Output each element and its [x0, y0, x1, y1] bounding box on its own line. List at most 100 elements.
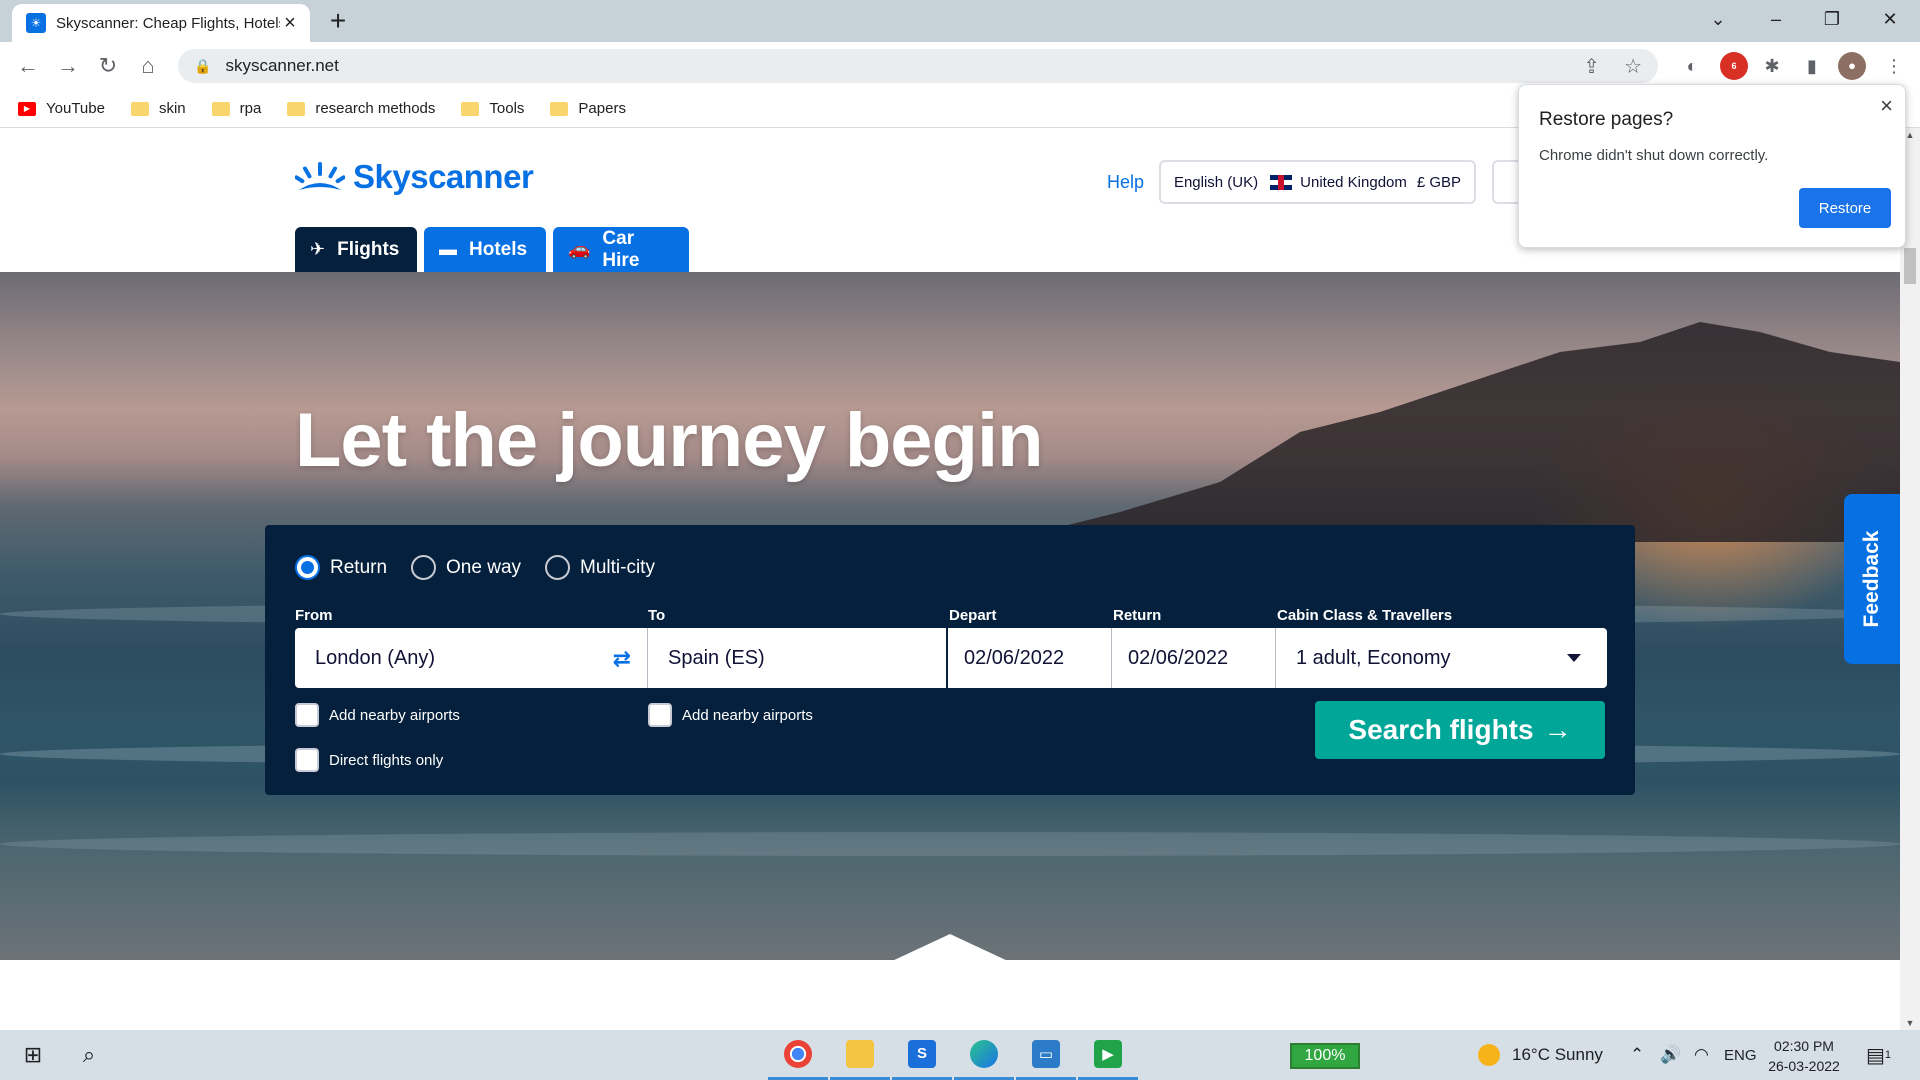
tab-label: Flights: [337, 238, 400, 260]
bookmark-papers[interactable]: Papers: [550, 100, 626, 117]
taskbar-chrome[interactable]: [768, 1030, 828, 1080]
search-flights-button[interactable]: Search flights →: [1315, 701, 1605, 759]
tab-hotels[interactable]: ▬ Hotels: [424, 227, 546, 272]
checkbox-label: Direct flights only: [329, 751, 444, 769]
taskbar-media-app[interactable]: ▶: [1078, 1030, 1138, 1080]
bookmark-skin[interactable]: skin: [130, 100, 186, 117]
taskbar-skype-app[interactable]: S: [892, 1030, 952, 1080]
chevron-down-icon: [1567, 654, 1581, 662]
radio-label: Multi-city: [580, 556, 655, 578]
close-icon[interactable]: ×: [1880, 93, 1893, 119]
skyscanner-logo[interactable]: Skyscanner: [295, 158, 534, 196]
back-icon[interactable]: ←: [12, 50, 44, 82]
restore-button[interactable]: Restore: [1799, 188, 1891, 228]
checkbox-label: Add nearby airports: [682, 706, 813, 724]
folder-icon: [550, 101, 569, 116]
cabin-travellers-select[interactable]: 1 adult, Economy: [1276, 628, 1607, 688]
side-panel-icon[interactable]: ▮: [1798, 52, 1826, 80]
bookmark-label: research methods: [315, 100, 436, 117]
share-icon[interactable]: ⇪: [1583, 54, 1600, 79]
from-field[interactable]: London (Any) ⇄: [295, 628, 648, 688]
language-indicator[interactable]: ENG: [1724, 1030, 1757, 1080]
bookmark-research-methods[interactable]: research methods: [287, 100, 435, 117]
bookmark-tools[interactable]: Tools: [461, 100, 524, 117]
new-tab-button[interactable]: +: [322, 6, 354, 38]
tab-car-hire[interactable]: 🚗 Car Hire: [553, 227, 689, 272]
sun-icon: [1478, 1044, 1500, 1066]
trip-one-way-radio[interactable]: One way: [411, 555, 521, 580]
wifi-icon[interactable]: ◠: [1694, 1030, 1709, 1080]
feedback-tab[interactable]: Feedback: [1844, 494, 1900, 664]
profile-avatar[interactable]: ●: [1838, 52, 1866, 80]
taskbar-edge[interactable]: [954, 1030, 1014, 1080]
cabin-label: Cabin Class & Travellers: [1277, 607, 1453, 624]
windows-taskbar: ⊞ ⌕ S ▭ ▶ 100% 16°C Sunny ⌃ 🔊 ◠ ENG 02:3…: [0, 1030, 1920, 1080]
radio-circle: [411, 555, 437, 580]
nearby-from-checkbox[interactable]: Add nearby airports: [295, 703, 460, 727]
wave-decor: [0, 832, 1900, 856]
reload-icon[interactable]: ↻: [92, 50, 124, 82]
trip-return-radio[interactable]: Return: [295, 555, 387, 580]
search-button-label: Search flights: [1348, 714, 1534, 745]
depart-date-field[interactable]: 02/06/2022: [948, 628, 1112, 688]
tab-flights[interactable]: ✈ Flights: [295, 227, 417, 272]
return-value: 02/06/2022: [1128, 646, 1229, 669]
system-clock[interactable]: 02:30 PM 26-03-2022: [1762, 1036, 1846, 1076]
arrow-right-icon: →: [1543, 714, 1572, 745]
lock-icon[interactable]: 🔒: [194, 58, 211, 75]
adblock-icon[interactable]: 6: [1720, 52, 1748, 80]
checkbox-box: [295, 748, 319, 772]
extensions-puzzle-icon[interactable]: ✱: [1758, 52, 1786, 80]
url-text[interactable]: skyscanner.net: [225, 56, 1559, 76]
page-scrollbar[interactable]: ▲ ▼: [1900, 128, 1920, 1030]
to-label: To: [648, 607, 666, 624]
taskbar-remote-desktop[interactable]: ▭: [1016, 1030, 1076, 1080]
to-field[interactable]: Spain (ES): [648, 628, 948, 688]
close-window-button[interactable]: ✕: [1860, 0, 1920, 38]
taskbar-file-explorer[interactable]: [830, 1030, 890, 1080]
skyscanner-favicon-icon: ☀: [26, 13, 46, 33]
forward-icon[interactable]: →: [52, 50, 84, 82]
search-icon[interactable]: ⌕: [64, 1030, 114, 1080]
uk-flag-icon: [1270, 174, 1293, 190]
battery-indicator[interactable]: 100%: [1290, 1043, 1360, 1069]
checkbox-box: [295, 703, 319, 727]
edge-icon: [970, 1039, 998, 1068]
help-link[interactable]: Help: [1107, 172, 1144, 193]
tab-search-icon[interactable]: ⌄: [1688, 0, 1748, 38]
depart-value: 02/06/2022: [964, 646, 1065, 669]
scroll-down-icon[interactable]: ▼: [1900, 1018, 1920, 1028]
nearby-to-checkbox[interactable]: Add nearby airports: [648, 703, 813, 727]
bookmark-rpa[interactable]: rpa: [211, 100, 261, 117]
cabin-value: 1 adult, Economy: [1296, 646, 1451, 669]
bookmark-youtube[interactable]: ▶ YouTube: [18, 100, 105, 117]
checkbox-box: [648, 703, 672, 727]
extension-icon[interactable]: ◐: [1678, 52, 1706, 80]
home-icon[interactable]: ⌂: [132, 50, 164, 82]
scrollbar-thumb[interactable]: [1904, 248, 1916, 284]
minimize-button[interactable]: –: [1746, 0, 1806, 38]
menu-kebab-icon[interactable]: ⋮: [1880, 52, 1908, 80]
restore-window-button[interactable]: ❐: [1802, 0, 1862, 38]
bookmark-label: Tools: [489, 100, 525, 117]
swap-icon[interactable]: ⇄: [613, 646, 631, 672]
plane-icon: ✈: [310, 239, 326, 259]
direct-only-checkbox[interactable]: Direct flights only: [295, 748, 443, 772]
bookmark-star-icon[interactable]: ☆: [1624, 54, 1642, 79]
locale-selector[interactable]: English (UK) United Kingdom £ GBP: [1159, 160, 1476, 204]
address-bar[interactable]: 🔒 skyscanner.net ⇪ ☆: [178, 49, 1658, 83]
clock-date: 26-03-2022: [1768, 1058, 1840, 1074]
weather-text: 16°C Sunny: [1512, 1045, 1603, 1064]
close-tab-icon[interactable]: ×: [280, 12, 300, 35]
brand-name: Skyscanner: [353, 158, 534, 195]
show-hidden-icons-icon[interactable]: ⌃: [1630, 1030, 1644, 1080]
volume-icon[interactable]: 🔊: [1660, 1030, 1681, 1080]
return-date-field[interactable]: 02/06/2022: [1112, 628, 1276, 688]
browser-tab[interactable]: ☀ Skyscanner: Cheap Flights, Hotels ×: [12, 4, 310, 42]
weather-widget[interactable]: 16°C Sunny: [1478, 1030, 1603, 1080]
from-value: London (Any): [315, 646, 436, 669]
notifications-icon[interactable]: ▤ 1: [1866, 1030, 1891, 1080]
windows-start-icon[interactable]: ⊞: [8, 1030, 58, 1080]
trip-multi-city-radio[interactable]: Multi-city: [545, 555, 655, 580]
country-label: United Kingdom: [1300, 173, 1407, 191]
